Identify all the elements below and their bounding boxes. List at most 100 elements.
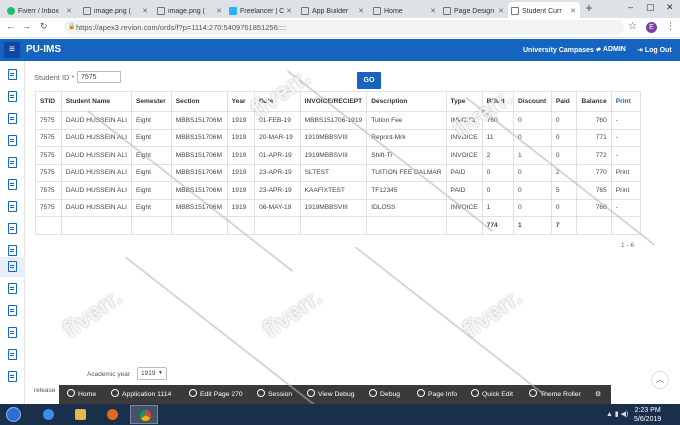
dev-application-button[interactable]: Application 1114 bbox=[111, 385, 171, 404]
document-icon[interactable] bbox=[8, 179, 17, 190]
dev-edit-page-button[interactable]: Edit Page 270 bbox=[189, 385, 243, 404]
dev-home-button[interactable]: Home bbox=[67, 385, 96, 404]
taskbar-chrome[interactable] bbox=[130, 405, 158, 424]
profile-avatar[interactable]: E bbox=[646, 22, 657, 33]
app-title[interactable]: PU-IMS bbox=[26, 44, 61, 55]
document-icon[interactable] bbox=[8, 305, 17, 316]
dev-quick-edit-button[interactable]: Quick Edit bbox=[471, 385, 513, 404]
column-header[interactable]: INVOICE/RECIEPT bbox=[299, 91, 368, 112]
maximize-icon[interactable]: ▢ bbox=[646, 2, 655, 13]
cell-date: 01-FEB-19 bbox=[254, 111, 301, 130]
file-icon bbox=[157, 7, 165, 15]
edit-icon bbox=[189, 389, 197, 398]
dev-view-debug-button[interactable]: View Debug bbox=[307, 385, 355, 404]
document-icon[interactable] bbox=[8, 283, 17, 294]
document-icon[interactable] bbox=[8, 245, 17, 256]
scroll-to-top-button[interactable]: ︿ bbox=[651, 371, 669, 389]
gear-icon[interactable]: ⚙ bbox=[595, 385, 601, 404]
cell-invoice: 1919MBBSVIII bbox=[299, 128, 368, 147]
close-icon[interactable]: ✕ bbox=[430, 7, 436, 15]
cell-balance: 766 bbox=[576, 198, 612, 217]
go-button[interactable]: GO bbox=[357, 72, 381, 89]
dev-session-button[interactable]: Session bbox=[257, 385, 292, 404]
system-tray-icons[interactable]: ▲ ▮ ◀) bbox=[606, 410, 628, 418]
column-header[interactable]: Type bbox=[445, 91, 483, 112]
close-icon[interactable]: ✕ bbox=[570, 7, 576, 15]
print-link[interactable]: Print bbox=[610, 163, 642, 182]
browser-tab[interactable]: image.png ( ✕ bbox=[154, 2, 226, 18]
browser-tab[interactable]: Page Design ✕ bbox=[440, 2, 508, 18]
document-icon[interactable] bbox=[8, 91, 17, 102]
document-icon[interactable] bbox=[8, 113, 17, 124]
column-header[interactable]: Section bbox=[170, 91, 228, 112]
student-id-input[interactable] bbox=[77, 71, 121, 83]
hamburger-menu-icon[interactable]: ≡ bbox=[4, 42, 20, 58]
system-clock[interactable]: 2:23 PM 5/6/2019 bbox=[634, 406, 661, 424]
table-header-row: STID Student Name Semester Section Year … bbox=[35, 91, 642, 112]
close-icon[interactable]: ✕ bbox=[358, 7, 364, 15]
document-icon[interactable] bbox=[8, 261, 17, 272]
table-row: 7575 DAUD HUSSEIN ALI Eight MBBS151706M … bbox=[35, 146, 642, 165]
document-icon[interactable] bbox=[8, 135, 17, 146]
browser-tab-active[interactable]: Student Curr ✕ bbox=[508, 2, 580, 18]
document-icon[interactable] bbox=[8, 349, 17, 360]
browser-tab[interactable]: image.png ( ✕ bbox=[80, 2, 152, 18]
address-bar[interactable]: 🔒 https://apex3.revion.com/ords/f?p=1114… bbox=[64, 20, 624, 35]
back-icon[interactable]: ← bbox=[6, 21, 15, 31]
column-header[interactable]: Semester bbox=[130, 91, 172, 112]
close-window-icon[interactable]: ✕ bbox=[666, 2, 674, 13]
column-header[interactable]: Print bbox=[610, 91, 642, 112]
new-tab-button[interactable]: + bbox=[582, 2, 596, 16]
column-header[interactable]: Balance bbox=[576, 91, 612, 112]
browser-tab[interactable]: Fiverr / Inbox ✕ bbox=[4, 2, 76, 18]
minimize-icon[interactable]: – bbox=[628, 2, 633, 12]
close-icon[interactable]: ✕ bbox=[498, 7, 504, 15]
column-header[interactable]: Billed bbox=[481, 91, 514, 112]
dev-debug-button[interactable]: Debug bbox=[369, 385, 400, 404]
column-header[interactable]: Description bbox=[366, 91, 447, 112]
browser-tab[interactable]: Freelancer | C ✕ bbox=[226, 2, 296, 18]
close-icon[interactable]: ✕ bbox=[216, 7, 222, 15]
browser-toolbar: ← → ↻ 🔒 https://apex3.revion.com/ords/f?… bbox=[0, 18, 680, 38]
dev-theme-roller-button[interactable]: Theme Roller bbox=[529, 385, 581, 404]
bookmark-star-icon[interactable]: ☆ bbox=[628, 21, 637, 32]
cell-student-name: DAUD HUSSEIN ALI bbox=[60, 163, 132, 182]
taskbar-media[interactable] bbox=[98, 405, 126, 424]
close-icon[interactable]: ✕ bbox=[66, 7, 72, 15]
print-link[interactable]: Print bbox=[610, 181, 642, 200]
browser-menu-icon[interactable]: ⋮ bbox=[666, 21, 675, 32]
cell-section: MBBS151706M bbox=[170, 111, 228, 130]
document-icon[interactable] bbox=[8, 327, 17, 338]
academic-year-select[interactable]: 1919 ▼ bbox=[137, 367, 167, 380]
document-icon[interactable] bbox=[8, 157, 17, 168]
column-header[interactable]: Year bbox=[226, 91, 256, 112]
column-header[interactable]: STID bbox=[35, 91, 62, 112]
taskbar-explorer[interactable] bbox=[66, 405, 94, 424]
cell-semester: Eight bbox=[130, 128, 172, 147]
cell-balance: 772 bbox=[576, 146, 612, 165]
document-icon[interactable] bbox=[8, 201, 17, 212]
column-header[interactable]: Paid bbox=[550, 91, 578, 112]
browser-tab[interactable]: Home ✕ bbox=[370, 2, 440, 18]
column-header[interactable]: Student Name bbox=[60, 91, 132, 112]
user-menu[interactable]: ● ADMIN bbox=[597, 46, 626, 53]
start-button[interactable] bbox=[2, 405, 24, 424]
cell-invoice: 1919MBBSVIII bbox=[299, 146, 368, 165]
close-icon[interactable]: ✕ bbox=[286, 7, 292, 15]
reload-icon[interactable]: ↻ bbox=[40, 21, 48, 32]
close-icon[interactable]: ✕ bbox=[142, 7, 148, 15]
cell-type: INVOICE bbox=[445, 111, 483, 130]
logout-icon: ⇥ bbox=[637, 47, 643, 54]
column-header[interactable]: Discount bbox=[512, 91, 552, 112]
dev-page-info-button[interactable]: Page Info bbox=[417, 385, 457, 404]
campuses-menu[interactable]: University Campases ▾ bbox=[523, 46, 599, 54]
document-icon[interactable] bbox=[8, 69, 17, 80]
document-icon[interactable] bbox=[8, 371, 17, 382]
taskbar-ie[interactable] bbox=[34, 405, 62, 424]
column-header[interactable]: Date bbox=[254, 91, 301, 112]
browser-tab[interactable]: App Builder ✕ bbox=[298, 2, 368, 18]
document-icon[interactable] bbox=[8, 223, 17, 234]
logout-link[interactable]: ⇥ Log Out bbox=[637, 46, 672, 54]
forward-icon[interactable]: → bbox=[22, 21, 31, 31]
session-icon bbox=[257, 389, 265, 398]
